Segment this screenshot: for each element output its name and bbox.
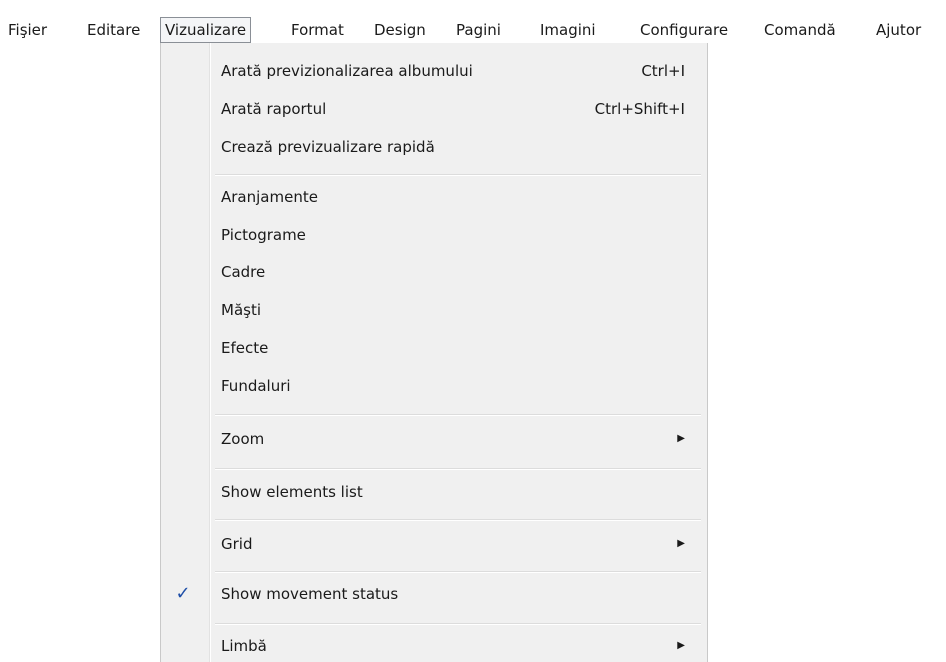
menu-imagini[interactable]: Imagini [540,18,596,42]
menu-item-efecte[interactable]: Efecte [221,333,699,363]
menu-item-quick-preview[interactable]: Crează previzualizare rapidă [221,132,699,162]
menu-separator [215,571,701,573]
menu-item-label: Arată previzionalizarea albumului [221,62,473,80]
menu-item-label: Zoom [221,430,265,448]
submenu-arrow-icon: ▶ [677,538,685,549]
menu-item-label: Fundaluri [221,377,291,395]
menu-item-pictograme[interactable]: Pictograme [221,220,699,250]
menu-comanda[interactable]: Comandă [764,18,836,42]
view-dropdown-menu: Arată previzionalizarea albumului Ctrl+I… [160,43,708,662]
menu-item-limba[interactable]: Limbă ▶ [221,631,699,661]
menu-pagini[interactable]: Pagini [456,18,501,42]
shortcut-label: Ctrl+I [641,62,685,80]
submenu-arrow-icon: ▶ [677,640,685,651]
menu-item-label: Aranjamente [221,188,318,206]
menu-item-cadre[interactable]: Cadre [221,257,699,287]
shortcut-label: Ctrl+Shift+I [594,100,685,118]
checkmark-icon: ✓ [175,583,191,604]
menu-separator [215,174,701,176]
menu-item-masti[interactable]: Măşti [221,295,699,325]
menu-item-label: Efecte [221,339,269,357]
menu-ajutor[interactable]: Ajutor [876,18,921,42]
menu-item-label: Arată raportul [221,100,327,118]
menu-icon-gutter [161,43,210,662]
menu-editare[interactable]: Editare [87,18,140,42]
menu-item-aranjamente[interactable]: Aranjamente [221,182,699,212]
menu-format[interactable]: Format [291,18,344,42]
menu-design[interactable]: Design [374,18,426,42]
menu-item-fundaluri[interactable]: Fundaluri [221,371,699,401]
menu-configurare[interactable]: Configurare [640,18,728,42]
menu-item-label: Cadre [221,263,266,281]
menu-item-show-album-preview[interactable]: Arată previzionalizarea albumului Ctrl+I [221,56,699,86]
menu-item-label: Pictograme [221,226,306,244]
menu-item-label: Limbă [221,637,267,655]
menu-fisier[interactable]: Fişier [8,18,47,42]
menu-separator [215,519,701,521]
menu-item-label: Crează previzualizare rapidă [221,138,435,156]
menu-item-zoom[interactable]: Zoom ▶ [221,424,699,454]
menu-vizualizare[interactable]: Vizualizare [160,17,252,43]
menu-item-show-movement-status[interactable]: Show movement status [221,579,699,609]
menubar: Fişier Editare Vizualizare Format Design… [0,0,946,44]
menu-separator [215,623,701,625]
menu-separator [215,468,701,470]
menu-item-grid[interactable]: Grid ▶ [221,529,699,559]
menu-item-show-elements-list[interactable]: Show elements list [221,477,699,507]
menu-item-label: Show movement status [221,585,399,603]
menu-item-show-report[interactable]: Arată raportul Ctrl+Shift+I [221,94,699,124]
menu-item-label: Show elements list [221,483,363,501]
menu-item-label: Grid [221,535,253,553]
menu-item-label: Măşti [221,301,261,319]
menu-separator [215,414,701,416]
submenu-arrow-icon: ▶ [677,433,685,444]
